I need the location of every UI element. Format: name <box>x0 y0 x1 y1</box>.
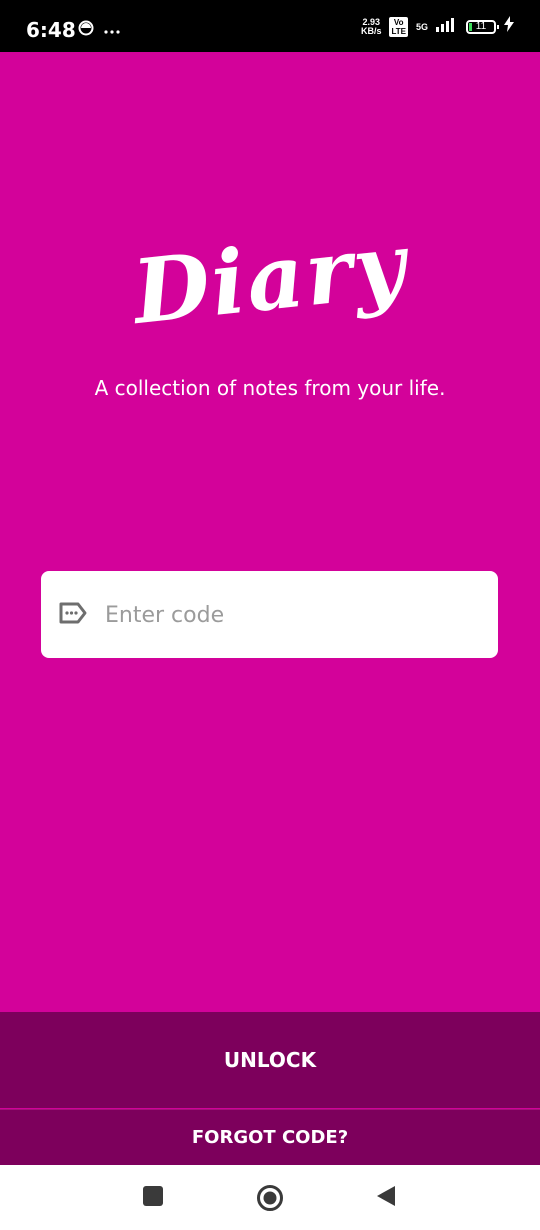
home-circle-icon[interactable] <box>256 1184 284 1217</box>
network-type: 5G <box>415 21 428 32</box>
app-logo: Diary <box>128 211 412 345</box>
more-dots-icon <box>104 22 120 40</box>
tagline: A collection of notes from your life. <box>94 376 446 400</box>
navigation-bar <box>0 1165 540 1230</box>
battery-indicator: 11 <box>466 19 499 34</box>
volte-badge: Vo LTE <box>389 16 408 37</box>
code-input[interactable] <box>103 571 477 660</box>
status-bar: 6:48 2.93 KB/s Vo LTE 5G 11 <box>0 0 540 52</box>
back-triangle-icon[interactable] <box>376 1185 396 1212</box>
code-field[interactable] <box>41 571 498 660</box>
forgot-code-button[interactable]: FORGOT CODE? <box>0 1109 540 1165</box>
charging-icon <box>504 16 514 37</box>
network-speed: 2.93 KB/s <box>360 16 382 36</box>
hotspot-icon <box>78 20 94 41</box>
unlock-button[interactable]: UNLOCK <box>0 1012 540 1108</box>
status-time: 6:48 <box>26 18 76 42</box>
signal-icon <box>436 16 458 37</box>
recents-square-icon[interactable] <box>142 1185 164 1212</box>
tag-icon <box>58 602 88 629</box>
